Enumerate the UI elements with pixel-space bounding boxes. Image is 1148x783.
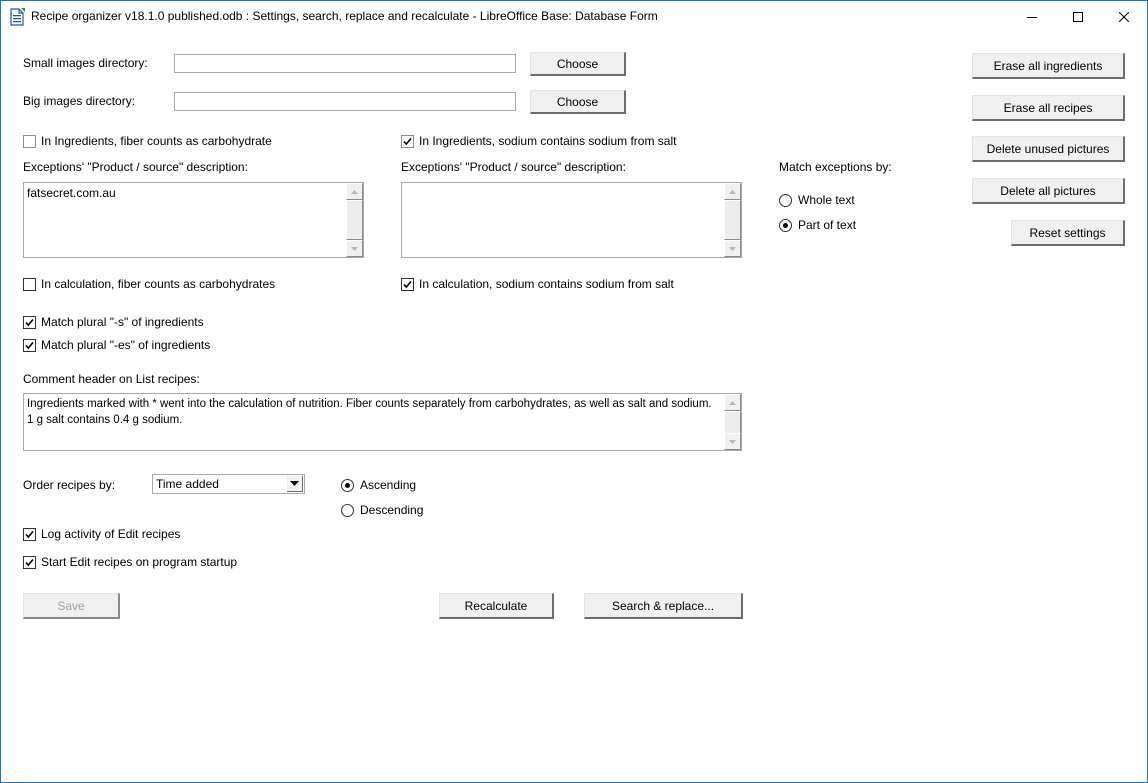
checkbox-checked-icon bbox=[401, 277, 414, 291]
log-activity-label: Log activity of Edit recipes bbox=[41, 527, 181, 541]
calculation-sodium-checkbox[interactable]: In calculation, sodium contains sodium f… bbox=[401, 277, 674, 291]
descending-radio[interactable]: Descending bbox=[341, 503, 423, 517]
radio-selected-icon bbox=[341, 478, 354, 492]
match-exceptions-label: Match exceptions by: bbox=[779, 160, 892, 174]
scroll-down-icon[interactable] bbox=[724, 433, 741, 450]
exceptions-right-textarea[interactable] bbox=[401, 182, 742, 258]
scroll-thumb[interactable] bbox=[346, 200, 363, 240]
checkbox-checked-icon bbox=[401, 134, 414, 148]
checkbox-checked-icon bbox=[23, 315, 36, 329]
maximize-icon bbox=[1073, 11, 1083, 22]
checkbox-unchecked-icon bbox=[23, 134, 36, 148]
ingredients-fiber-checkbox[interactable]: In Ingredients, fiber counts as carbohyd… bbox=[23, 134, 272, 148]
radio-selected-icon bbox=[779, 218, 792, 232]
exceptions-left-scrollbar[interactable] bbox=[346, 183, 363, 257]
minimize-icon bbox=[1027, 12, 1037, 22]
ingredients-fiber-label: In Ingredients, fiber counts as carbohyd… bbox=[41, 134, 272, 148]
scroll-thumb[interactable] bbox=[724, 411, 741, 435]
reset-settings-button[interactable]: Reset settings bbox=[1011, 220, 1125, 246]
window-title: Recipe organizer v18.1.0 published.odb :… bbox=[31, 9, 658, 23]
match-whole-text-label: Whole text bbox=[798, 193, 855, 207]
choose-small-images-button[interactable]: Choose bbox=[530, 52, 626, 76]
radio-unselected-icon bbox=[779, 193, 792, 207]
comment-header-value: Ingredients marked with * went into the … bbox=[27, 398, 712, 426]
match-part-of-text-label: Part of text bbox=[798, 218, 857, 232]
order-recipes-label: Order recipes by: bbox=[23, 478, 116, 492]
descending-label: Descending bbox=[360, 503, 424, 517]
exceptions-right-label: Exceptions' "Product / source" descripti… bbox=[401, 160, 626, 174]
start-on-startup-label: Start Edit recipes on program startup bbox=[41, 555, 238, 569]
log-activity-checkbox[interactable]: Log activity of Edit recipes bbox=[23, 527, 180, 541]
checkbox-checked-icon bbox=[23, 555, 36, 569]
comment-header-scrollbar[interactable] bbox=[724, 394, 741, 450]
chevron-down-icon[interactable] bbox=[287, 476, 303, 492]
match-part-of-text-radio[interactable]: Part of text bbox=[779, 218, 856, 232]
erase-all-recipes-button[interactable]: Erase all recipes bbox=[972, 95, 1125, 121]
comment-header-textarea[interactable]: Ingredients marked with * went into the … bbox=[23, 393, 742, 451]
erase-all-ingredients-button[interactable]: Erase all ingredients bbox=[972, 53, 1125, 79]
maximize-button[interactable] bbox=[1055, 1, 1101, 32]
recalculate-button[interactable]: Recalculate bbox=[439, 593, 554, 619]
order-recipes-value: Time added bbox=[156, 477, 219, 491]
small-images-directory-label: Small images directory: bbox=[23, 56, 148, 70]
order-recipes-select[interactable]: Time added bbox=[152, 474, 305, 494]
delete-unused-pictures-button[interactable]: Delete unused pictures bbox=[972, 136, 1125, 162]
comment-header-label: Comment header on List recipes: bbox=[23, 372, 200, 386]
exceptions-left-label: Exceptions' "Product / source" descripti… bbox=[23, 160, 248, 174]
plural-s-label: Match plural "-s" of ingredients bbox=[41, 315, 204, 329]
search-replace-button[interactable]: Search & replace... bbox=[584, 593, 743, 619]
calculation-fiber-label: In calculation, fiber counts as carbohyd… bbox=[41, 277, 276, 291]
checkbox-checked-icon bbox=[23, 527, 36, 541]
scroll-up-icon[interactable] bbox=[346, 183, 363, 200]
big-images-directory-label: Big images directory: bbox=[23, 94, 136, 108]
close-icon bbox=[1119, 11, 1129, 22]
title-bar: Recipe organizer v18.1.0 published.odb :… bbox=[1, 1, 1147, 32]
scroll-down-icon[interactable] bbox=[724, 240, 741, 257]
choose-big-images-button[interactable]: Choose bbox=[530, 90, 626, 114]
ingredients-sodium-label: In Ingredients, sodium contains sodium f… bbox=[419, 134, 677, 148]
save-button[interactable]: Save bbox=[23, 593, 120, 619]
plural-es-checkbox[interactable]: Match plural "-es" of ingredients bbox=[23, 338, 210, 352]
checkbox-unchecked-icon bbox=[23, 277, 36, 291]
minimize-button[interactable] bbox=[1009, 1, 1055, 32]
plural-es-label: Match plural "-es" of ingredients bbox=[41, 338, 211, 352]
scroll-up-icon[interactable] bbox=[724, 183, 741, 200]
exceptions-right-scrollbar[interactable] bbox=[724, 183, 741, 257]
radio-unselected-icon bbox=[341, 503, 354, 517]
close-button[interactable] bbox=[1101, 1, 1147, 32]
delete-all-pictures-button[interactable]: Delete all pictures bbox=[972, 178, 1125, 204]
ingredients-sodium-checkbox[interactable]: In Ingredients, sodium contains sodium f… bbox=[401, 134, 676, 148]
match-whole-text-radio[interactable]: Whole text bbox=[779, 193, 855, 207]
small-images-directory-input[interactable] bbox=[174, 54, 516, 73]
calculation-fiber-checkbox[interactable]: In calculation, fiber counts as carbohyd… bbox=[23, 277, 275, 291]
big-images-directory-input[interactable] bbox=[174, 92, 516, 111]
ascending-label: Ascending bbox=[360, 478, 417, 492]
ascending-radio[interactable]: Ascending bbox=[341, 478, 416, 492]
exceptions-left-textarea[interactable]: fatsecret.com.au bbox=[23, 182, 364, 258]
scroll-down-icon[interactable] bbox=[346, 240, 363, 257]
form-window: Recipe organizer v18.1.0 published.odb :… bbox=[0, 0, 1148, 783]
plural-s-checkbox[interactable]: Match plural "-s" of ingredients bbox=[23, 315, 204, 329]
start-on-startup-checkbox[interactable]: Start Edit recipes on program startup bbox=[23, 555, 237, 569]
writer-document-icon bbox=[9, 8, 25, 26]
checkbox-checked-icon bbox=[23, 338, 36, 352]
calculation-sodium-label: In calculation, sodium contains sodium f… bbox=[419, 277, 674, 291]
scroll-thumb[interactable] bbox=[724, 200, 741, 240]
exceptions-left-value: fatsecret.com.au bbox=[27, 186, 116, 200]
scroll-up-icon[interactable] bbox=[724, 394, 741, 411]
